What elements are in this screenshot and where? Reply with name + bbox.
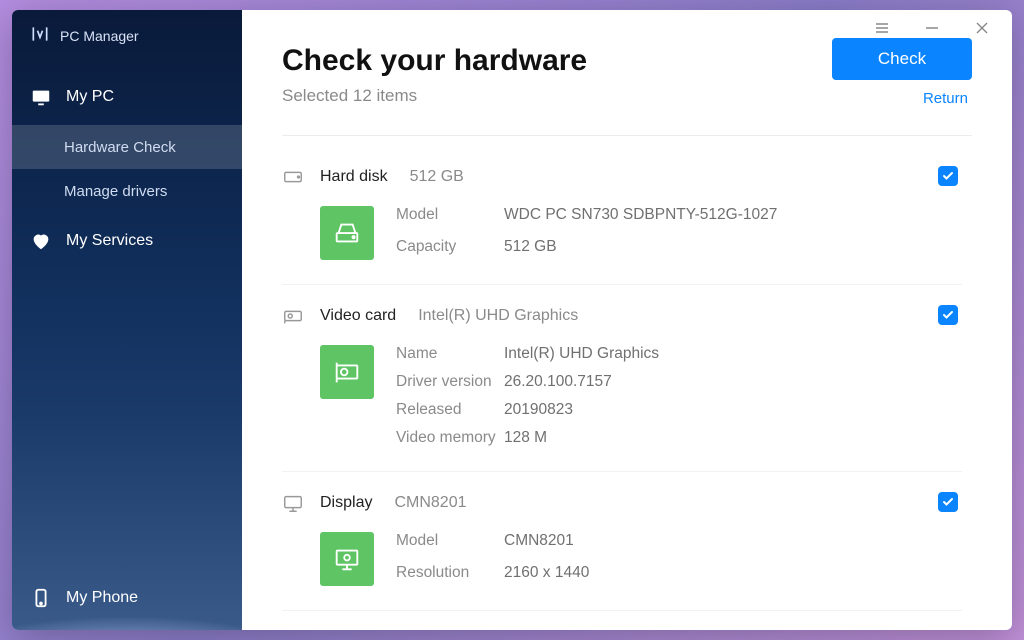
monitor-icon [30, 86, 52, 108]
hardware-properties: NameIntel(R) UHD GraphicsDriver version2… [396, 345, 659, 447]
hardware-summary: 512 GB [410, 168, 464, 186]
hardware-properties: ModelCMN8201Resolution2160 x 1440 [396, 532, 589, 586]
prop-value: 20190823 [504, 401, 659, 419]
sidebar-sub-hardware-check[interactable]: Hardware Check [12, 125, 242, 169]
prop-value: 2160 x 1440 [504, 564, 589, 586]
main-content: Check your hardware Selected 12 items Ch… [242, 10, 1012, 630]
prop-value: 128 M [504, 429, 659, 447]
hardware-properties: ModelWDC PC SN730 SDBPNTY-512G-1027Capac… [396, 206, 777, 260]
hardware-block-video-card: Video cardIntel(R) UHD GraphicsNameIntel… [282, 285, 962, 472]
sidebar-item-label: My Services [66, 232, 153, 250]
app-logo-icon [30, 24, 50, 47]
hardware-title: Video card [320, 307, 396, 325]
hard-disk-icon [320, 206, 374, 260]
sidebar-sub-manage-drivers[interactable]: Manage drivers [12, 169, 242, 213]
page-subtitle: Selected 12 items [282, 86, 587, 106]
app-brand: PC Manager [12, 10, 242, 69]
sidebar-item-my-services[interactable]: My Services [12, 213, 242, 269]
sidebar-item-my-phone[interactable]: My Phone [12, 566, 242, 630]
hardware-title: Display [320, 494, 372, 512]
sidebar-item-label: My PC [66, 88, 114, 106]
video-card-icon [320, 345, 374, 399]
check-button[interactable]: Check [832, 38, 972, 80]
display-checkbox[interactable] [938, 492, 958, 512]
hardware-header: Hard disk 512 GB [282, 166, 962, 188]
hardware-body: NameIntel(R) UHD GraphicsDriver version2… [320, 345, 962, 447]
display-category-icon [282, 492, 304, 514]
prop-key: Video memory [396, 429, 504, 447]
heart-icon [30, 230, 52, 252]
app-window: PC Manager My PC Hardware Check Manage d… [12, 10, 1012, 630]
prop-value: 512 GB [504, 238, 777, 260]
video-card-category-icon [282, 305, 304, 327]
prop-key: Capacity [396, 238, 504, 260]
prop-key: Driver version [396, 373, 504, 391]
prop-value: CMN8201 [504, 532, 589, 554]
prop-key: Model [396, 532, 504, 554]
display-icon [320, 532, 374, 586]
page-title: Check your hardware [282, 44, 587, 78]
hard-disk-checkbox[interactable] [938, 166, 958, 186]
header-divider [282, 135, 972, 136]
sidebar-item-label: Manage drivers [64, 183, 167, 200]
hardware-header: Video card Intel(R) UHD Graphics [282, 305, 962, 327]
return-link[interactable]: Return [923, 90, 968, 107]
hardware-block-display: DisplayCMN8201ModelCMN8201Resolution2160… [282, 472, 962, 611]
hardware-header: Display CMN8201 [282, 492, 962, 514]
sidebar-item-label: My Phone [66, 589, 138, 607]
hardware-summary: Intel(R) UHD Graphics [418, 307, 578, 325]
page-header: Check your hardware Selected 12 items Ch… [282, 38, 972, 107]
sidebar: PC Manager My PC Hardware Check Manage d… [12, 10, 242, 630]
hardware-title: Hard disk [320, 168, 388, 186]
hardware-block-hard-disk: Hard disk512 GBModelWDC PC SN730 SDBPNTY… [282, 146, 962, 285]
prop-key: Model [396, 206, 504, 228]
hard-disk-category-icon [282, 166, 304, 188]
sidebar-item-label: Hardware Check [64, 139, 176, 156]
prop-key: Resolution [396, 564, 504, 586]
hardware-body: ModelCMN8201Resolution2160 x 1440 [320, 532, 962, 586]
sidebar-item-my-pc[interactable]: My PC [12, 69, 242, 125]
prop-value: WDC PC SN730 SDBPNTY-512G-1027 [504, 206, 777, 228]
prop-key: Released [396, 401, 504, 419]
prop-value: Intel(R) UHD Graphics [504, 345, 659, 363]
hardware-summary: CMN8201 [394, 494, 466, 512]
phone-icon [30, 587, 52, 609]
hardware-list[interactable]: Hard disk512 GBModelWDC PC SN730 SDBPNTY… [282, 146, 972, 630]
prop-key: Name [396, 345, 504, 363]
prop-value: 26.20.100.7157 [504, 373, 659, 391]
video-card-checkbox[interactable] [938, 305, 958, 325]
hardware-body: ModelWDC PC SN730 SDBPNTY-512G-1027Capac… [320, 206, 962, 260]
app-name: PC Manager [60, 28, 139, 44]
